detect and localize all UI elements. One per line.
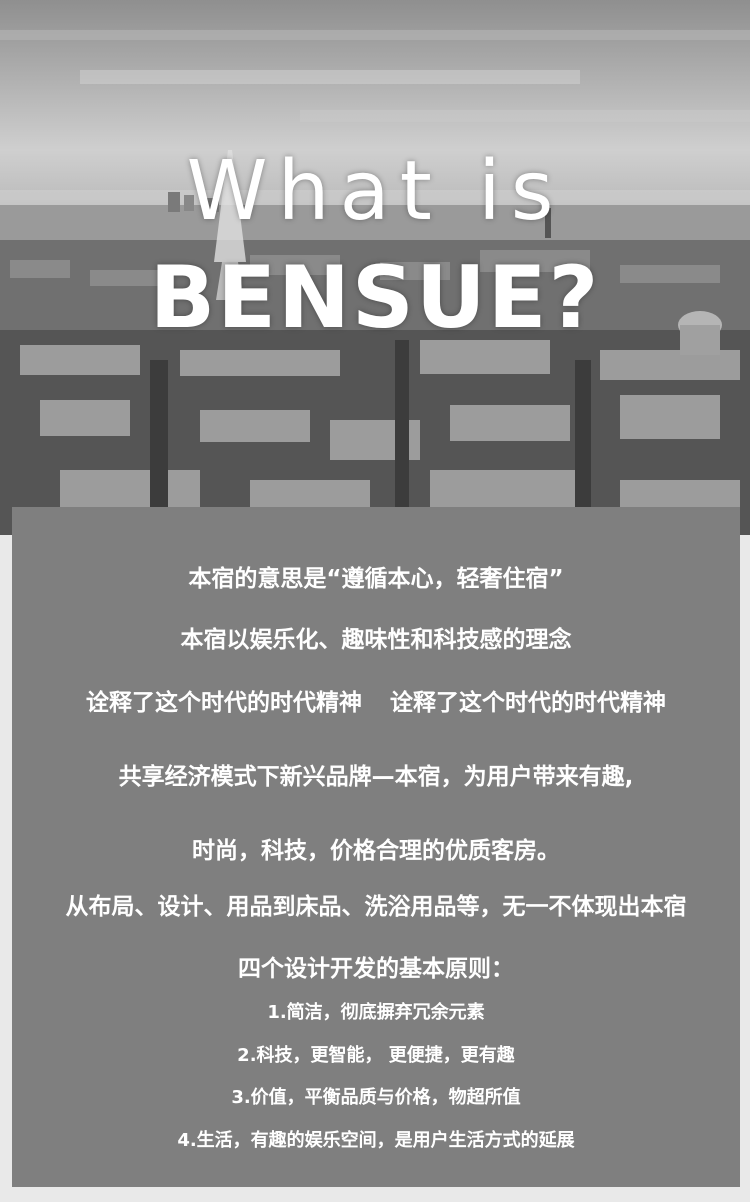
hero-title-line2: BENSUE? <box>149 248 601 348</box>
hero-title-line1: What is <box>186 144 564 239</box>
intro-line-3b: 诠释了这个时代的时代精神 <box>390 690 666 716</box>
principle-item: 2.科技，更智能， 更便捷，更有趣 <box>237 1045 515 1066</box>
principle-item: 1.简洁，彻底摒弃冗余元素 <box>267 1002 485 1023</box>
intro-line-7: 四个设计开发的基本原则： <box>238 956 514 982</box>
intro-panel: 本宿的意思是“遵循本心，轻奢住宿” 本宿以娱乐化、趣味性和科技感的理念 诠释了这… <box>12 507 740 1187</box>
intro-line-1: 本宿的意思是“遵循本心，轻奢住宿” <box>188 566 564 592</box>
intro-line-2: 本宿以娱乐化、趣味性和科技感的理念 <box>180 627 572 653</box>
page: What is BENSUE? 本宿的意思是“遵循本心，轻奢住宿” 本宿以娱乐化… <box>0 0 750 1202</box>
intro-line-5: 时尚，科技，价格合理的优质客房。 <box>192 838 560 864</box>
intro-line-6: 从布局、设计、用品到床品、洗浴用品等，无一不体现出本宿 <box>65 894 687 920</box>
intro-line-3: 诠释了这个时代的时代精神 诠释了这个时代的时代精神 <box>12 683 740 717</box>
intro-line-4: 共享经济模式下新兴品牌—本宿，为用户带来有趣, <box>118 764 634 790</box>
intro-line-3a: 诠释了这个时代的时代精神 <box>86 690 362 716</box>
principle-item: 3.价值，平衡品质与价格，物超所值 <box>231 1087 521 1108</box>
principle-item: 4.生活，有趣的娱乐空间，是用户生活方式的延展 <box>177 1130 575 1151</box>
city-skyline-banner: What is BENSUE? <box>0 0 750 535</box>
